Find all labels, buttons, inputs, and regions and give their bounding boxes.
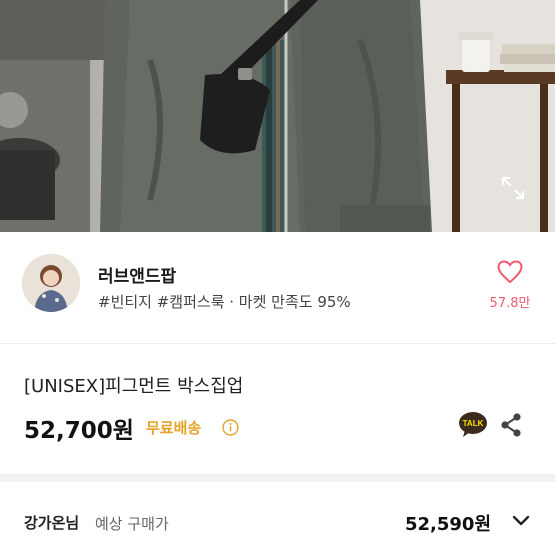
avatar-image: [22, 254, 80, 312]
chevron-down-icon[interactable]: [512, 514, 530, 528]
free-shipping-label: 무료배송: [146, 419, 202, 437]
product-title: [UNISEX]피그먼트 박스집업: [24, 376, 244, 397]
share-icon: [501, 413, 521, 437]
talk-button[interactable]: TALK: [458, 411, 488, 439]
like-button[interactable]: 57.8만: [488, 260, 532, 311]
expected-price-row[interactable]: 강가온님 예상 구매가 52,590원: [0, 482, 555, 555]
avatar[interactable]: [22, 254, 80, 312]
like-count: 57.8만: [489, 296, 531, 311]
product-image: [0, 0, 555, 232]
talk-icon: TALK: [459, 412, 487, 437]
buyer-name: 강가온님: [24, 514, 80, 532]
section-divider: [0, 474, 555, 482]
shop-tags: #빈티지 #캠퍼스룩 · 마켓 만족도 95%: [98, 293, 351, 311]
heart-icon: [497, 260, 523, 284]
info-icon[interactable]: [222, 419, 239, 436]
talk-label: TALK: [463, 419, 484, 428]
expand-button[interactable]: [500, 175, 532, 207]
shop-name[interactable]: 러브앤드팝: [98, 262, 176, 287]
expected-price-label: 예상 구매가: [95, 515, 169, 533]
shop-info[interactable]: 러브앤드팝 #빈티지 #캠퍼스룩 · 마켓 만족도 95% 57.8만: [0, 232, 555, 344]
product-price: 52,700원: [24, 418, 134, 444]
product-photo[interactable]: [0, 0, 555, 232]
expand-icon: [501, 176, 525, 200]
expected-price: 52,590원: [405, 514, 492, 535]
share-button[interactable]: [499, 412, 523, 438]
